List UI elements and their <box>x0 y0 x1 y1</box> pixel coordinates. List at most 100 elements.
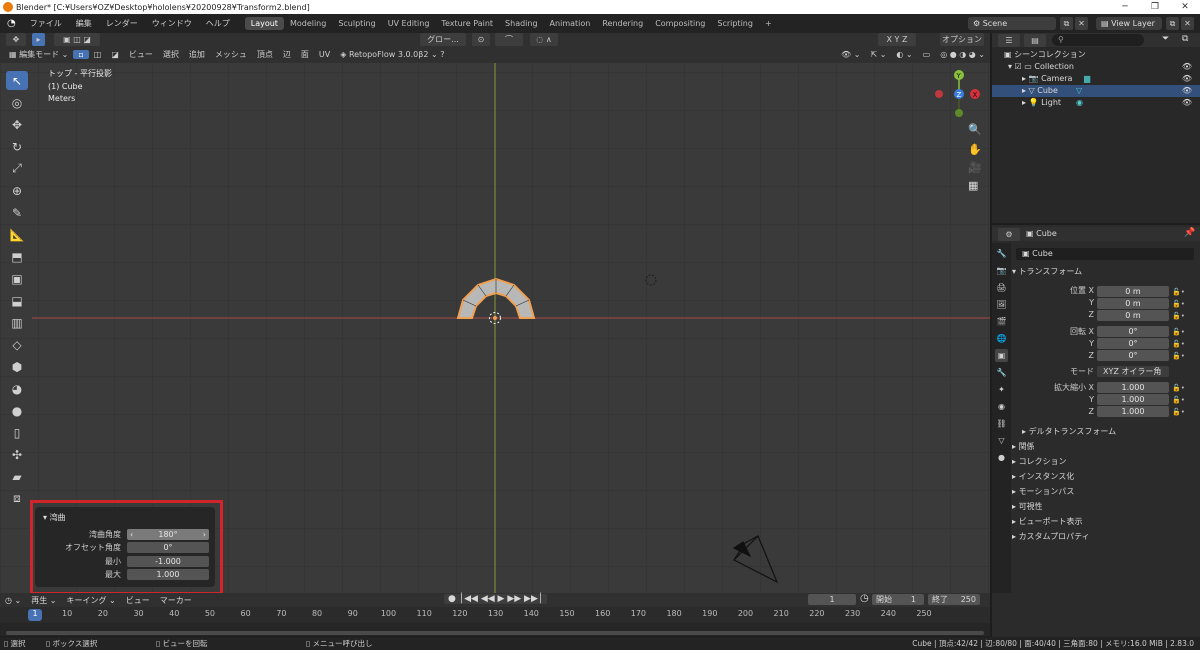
delete-view-layer-icon[interactable]: ✕ <box>1181 17 1194 30</box>
xyz-mirror-icons[interactable]: X Y Z <box>878 33 916 46</box>
orientation-selector[interactable]: グロー... <box>420 33 466 46</box>
section-delta-transform[interactable]: ▸ デルタトランスフォーム <box>1022 426 1200 438</box>
outliner-item-cube[interactable]: ▸ ▽ Cube ▽ 👁 <box>992 85 1200 97</box>
tab-texture-paint[interactable]: Texture Paint <box>435 17 499 30</box>
new-view-layer-icon[interactable]: ⧉ <box>1166 17 1179 30</box>
face-select-icon[interactable]: ◪ <box>106 50 124 59</box>
rotation-x-field[interactable]: 0° <box>1097 326 1169 337</box>
pin-icon[interactable]: 📌 <box>1184 228 1195 238</box>
object-name-input[interactable]: ▣ Cube <box>1016 248 1194 260</box>
outliner-search-input[interactable]: ⚲ <box>1052 34 1144 46</box>
start-frame-field[interactable]: 開始 1 <box>872 594 924 605</box>
new-scene-icon[interactable]: ⧉ <box>1060 17 1073 30</box>
menu-window[interactable]: ウィンドウ <box>145 18 199 29</box>
scale-x-field[interactable]: 1.000 <box>1097 382 1169 393</box>
menu-file[interactable]: ファイル <box>23 18 69 29</box>
mode-dropdown[interactable]: ▦ 編集モード ⌄ <box>4 49 73 60</box>
timeline-scrollbar[interactable] <box>6 631 984 635</box>
eye-icon[interactable]: 👁 <box>1182 85 1192 97</box>
axis-gizmo[interactable]: Y Z X <box>930 65 990 125</box>
neg-y-axis-gizmo-icon[interactable] <box>955 109 963 117</box>
bend-angle-field[interactable]: ‹ 180° › <box>127 529 209 540</box>
poly-build-tool-icon[interactable]: ⬢ <box>6 357 28 376</box>
operator-title[interactable]: ▾ 湾曲 <box>43 512 66 523</box>
preview-range-icon[interactable]: ◷ <box>860 593 869 604</box>
move-tool-icon[interactable]: ✥ <box>6 115 28 134</box>
filter-icon[interactable]: ⏷ <box>1162 34 1169 44</box>
eye-icon[interactable]: 👁 <box>1182 97 1192 109</box>
decrement-icon[interactable]: ‹ <box>130 529 133 540</box>
tab-layout[interactable]: Layout <box>244 17 284 30</box>
properties-editor-icon[interactable]: ⚙ <box>998 228 1020 241</box>
current-frame-field[interactable]: 1 <box>808 594 856 605</box>
outliner-editor-icon[interactable]: ☰ <box>998 34 1020 47</box>
shading-mode-icons[interactable]: ◎ ● ◑ ◕ ⌄ <box>935 50 990 59</box>
outliner-scene-collection[interactable]: ▣ シーンコレクション <box>992 49 1200 61</box>
data-tab-icon[interactable]: ▽ <box>995 434 1008 447</box>
menu-view[interactable]: ビュー <box>124 49 158 60</box>
rotation-y-field[interactable]: 0° <box>1097 338 1169 349</box>
min-field[interactable]: -1.000 <box>127 556 209 567</box>
view-layer-selector[interactable]: ▤ View Layer <box>1096 17 1162 30</box>
transform-tool-icon[interactable]: ⊕ <box>6 181 28 200</box>
tab-compositing[interactable]: Compositing <box>649 17 711 30</box>
lock-icons[interactable]: 🔓• 🔓• 🔓• <box>1172 286 1185 322</box>
section-instancing[interactable]: ▸ インスタンス化 <box>1012 471 1200 483</box>
scene-selector[interactable]: ⚙ Scene <box>968 17 1056 30</box>
annotate-tool-icon[interactable]: ✎ <box>6 203 28 222</box>
playback-controls[interactable]: ● │◀◀ ◀◀ ▶ ▶▶ ▶▶│ <box>444 594 548 604</box>
visibility-icon[interactable]: 👁 ⌄ <box>836 50 865 59</box>
scale-z-field[interactable]: 1.000 <box>1097 406 1169 417</box>
overlay-toggle-icon[interactable]: ◐ ⌄ <box>891 50 917 59</box>
zoom-icon[interactable]: 🔍 <box>968 123 982 136</box>
max-field[interactable]: 1.000 <box>127 569 209 580</box>
menu-edge[interactable]: 辺 <box>278 49 296 60</box>
section-collections[interactable]: ▸ コレクション <box>1012 456 1200 468</box>
shear-tool-icon[interactable]: ▰ <box>6 467 28 486</box>
rip-tool-icon[interactable]: ⧈ <box>6 489 28 508</box>
timeline-menu-marker[interactable]: マーカー <box>155 595 197 606</box>
offset-angle-field[interactable]: 0° <box>127 542 209 553</box>
select-box-icon[interactable]: ↖ <box>6 71 28 90</box>
shrink-fatten-tool-icon[interactable]: ✣ <box>6 445 28 464</box>
menu-add[interactable]: 追加 <box>184 49 210 60</box>
lock-icons[interactable]: 🔓• 🔓• 🔓• <box>1172 382 1185 418</box>
vertex-select-icon[interactable]: ▫ <box>73 50 89 59</box>
menu-vertex[interactable]: 頂点 <box>252 49 278 60</box>
outliner-item-collection[interactable]: ▾ ☑ ▭ Collection 👁 <box>992 61 1200 73</box>
smooth-tool-icon[interactable]: ● <box>6 401 28 420</box>
edge-select-icon[interactable]: ◫ <box>89 50 107 59</box>
pan-hand-icon[interactable]: ✋ <box>968 143 982 156</box>
tab-animation[interactable]: Animation <box>544 17 597 30</box>
select-tool-icon[interactable]: ▸ <box>32 33 45 46</box>
tool-tab-icon[interactable]: 🔧 <box>995 247 1008 260</box>
menu-face[interactable]: 面 <box>296 49 314 60</box>
output-tab-icon[interactable]: 🖨 <box>995 281 1008 294</box>
display-mode-icon[interactable]: ▤ <box>1024 34 1046 47</box>
camera-object-icon[interactable] <box>732 534 779 584</box>
physics-tab-icon[interactable]: ◉ <box>995 400 1008 413</box>
expand-icon[interactable]: ▾ ☑ ▭ <box>1008 62 1034 71</box>
options-dropdown[interactable]: オプション <box>940 33 984 46</box>
snap-icon[interactable]: ⌒ <box>495 33 523 46</box>
view-layer-tab-icon[interactable]: 🖼 <box>995 298 1008 311</box>
location-y-field[interactable]: 0 m <box>1097 298 1169 309</box>
light-object-icon[interactable] <box>645 274 657 286</box>
rotation-mode-dropdown[interactable]: XYZ オイラー角 ⌄ <box>1097 366 1169 387</box>
edge-slide-tool-icon[interactable]: ▯ <box>6 423 28 442</box>
navigation-gizmo[interactable]: Y Z X 🔍 ✋ 🎥 ▦ <box>930 65 990 195</box>
timeline-menu-playback[interactable]: 再生 ⌄ <box>26 595 61 606</box>
measure-tool-icon[interactable]: 📐 <box>6 225 28 244</box>
eye-icon[interactable]: 👁 <box>1182 61 1192 73</box>
editor-type-icon[interactable]: ✥ <box>6 33 26 46</box>
increment-icon[interactable]: › <box>203 529 206 540</box>
scale-y-field[interactable]: 1.000 <box>1097 394 1169 405</box>
proportional-edit-icon[interactable]: ◌ ∧ <box>530 33 558 46</box>
object-tab-icon[interactable]: ▣ <box>995 349 1008 362</box>
section-relations[interactable]: ▸ 関係 <box>1012 441 1200 453</box>
cursor-tool-icon[interactable]: ◎ <box>6 93 28 112</box>
menu-edit[interactable]: 編集 <box>69 18 99 29</box>
section-motion-paths[interactable]: ▸ モーションパス <box>1012 486 1200 498</box>
camera-view-icon[interactable]: 🎥 <box>968 161 982 174</box>
tab-shading[interactable]: Shading <box>499 17 544 30</box>
